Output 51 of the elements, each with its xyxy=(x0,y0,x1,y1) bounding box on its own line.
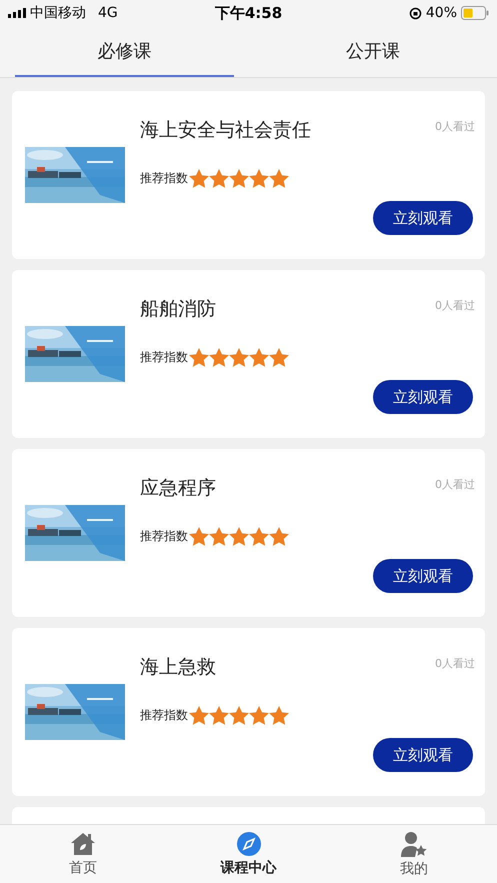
clock-time: 下午4:58 xyxy=(214,4,282,22)
house-icon xyxy=(70,832,96,856)
star-icon xyxy=(249,706,269,725)
star-icon xyxy=(269,706,289,725)
star-icon xyxy=(189,348,209,367)
star-icon xyxy=(189,527,209,546)
compass-icon xyxy=(236,832,260,856)
star-icon xyxy=(209,348,229,367)
rating-label: 推荐指数 xyxy=(140,528,188,545)
rating-label: 推荐指数 xyxy=(140,170,188,187)
course-title: 海上急救 xyxy=(140,655,216,680)
watch-button[interactable]: 立刻观看 xyxy=(373,201,473,235)
rating-label: 推荐指数 xyxy=(140,707,188,724)
star-icon xyxy=(229,169,249,188)
star-icon xyxy=(249,348,269,367)
star-icon xyxy=(209,169,229,188)
star-icon xyxy=(209,706,229,725)
star-icon xyxy=(249,527,269,546)
tab[interactable]: 必修课 xyxy=(15,26,234,77)
view-count: 0人看过 xyxy=(435,656,475,671)
star-icon xyxy=(249,169,269,188)
nav-item[interactable]: 课程中心 xyxy=(166,825,332,883)
battery-percent: 40% xyxy=(426,5,457,21)
watch-button[interactable]: 立刻观看 xyxy=(373,559,473,593)
star-icon xyxy=(209,527,229,546)
course-title: 船舶消防 xyxy=(140,297,216,322)
tab[interactable]: 公开课 xyxy=(264,26,482,77)
watch-button[interactable]: 立刻观看 xyxy=(373,738,473,772)
carrier-name: 中国移动 xyxy=(30,4,86,22)
star-icon xyxy=(229,706,249,725)
star-icon xyxy=(269,348,289,367)
battery-icon xyxy=(461,6,489,20)
star-icon xyxy=(189,169,209,188)
star-icon xyxy=(229,527,249,546)
course-title: 应急程序 xyxy=(140,476,216,501)
star-icon xyxy=(189,706,209,725)
star-icon xyxy=(229,348,249,367)
network-type: 4G xyxy=(98,5,118,21)
view-count: 0人看过 xyxy=(435,119,475,134)
nav-item[interactable]: 我的 xyxy=(331,825,497,883)
course-title: 海上安全与社会责任 xyxy=(140,118,311,143)
signal-icon xyxy=(8,8,26,18)
view-count: 0人看过 xyxy=(435,477,475,492)
view-count: 0人看过 xyxy=(435,298,475,313)
rating-label: 推荐指数 xyxy=(140,349,188,366)
rotation-lock-icon xyxy=(408,6,422,20)
star-icon xyxy=(269,169,289,188)
user-star-icon xyxy=(401,830,428,856)
watch-button[interactable]: 立刻观看 xyxy=(373,380,473,414)
nav-item[interactable]: 首页 xyxy=(0,825,166,883)
star-icon xyxy=(269,527,289,546)
